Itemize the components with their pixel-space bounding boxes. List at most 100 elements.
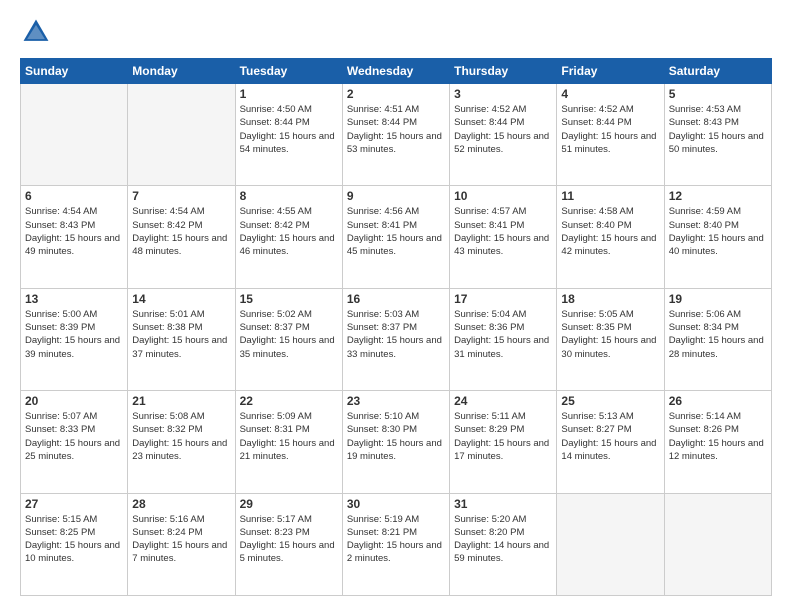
day-number: 17 [454,292,552,306]
page: SundayMondayTuesdayWednesdayThursdayFrid… [0,0,792,612]
calendar-table: SundayMondayTuesdayWednesdayThursdayFrid… [20,58,772,596]
day-number: 30 [347,497,445,511]
cell-details: Sunrise: 4:50 AMSunset: 8:44 PMDaylight:… [240,103,338,156]
cell-details: Sunrise: 5:01 AMSunset: 8:38 PMDaylight:… [132,308,230,361]
day-number: 2 [347,87,445,101]
cell-details: Sunrise: 5:10 AMSunset: 8:30 PMDaylight:… [347,410,445,463]
day-number: 14 [132,292,230,306]
day-number: 1 [240,87,338,101]
day-number: 20 [25,394,123,408]
day-number: 16 [347,292,445,306]
calendar-week-row: 20 Sunrise: 5:07 AMSunset: 8:33 PMDayligh… [21,391,772,493]
day-number: 31 [454,497,552,511]
day-number: 28 [132,497,230,511]
calendar-cell: 21Sunrise: 5:08 AMSunset: 8:32 PMDayligh… [128,391,235,493]
day-number: 3 [454,87,552,101]
calendar-cell: 25 Sunrise: 5:13 AMSunset: 8:27 PMDayligh… [557,391,664,493]
cell-details: Sunrise: 4:54 AMSunset: 8:43 PMDaylight:… [25,205,123,258]
calendar-cell: 23 Sunrise: 5:10 AMSunset: 8:30 PMDayligh… [342,391,449,493]
logo-icon [20,16,52,48]
calendar-cell: 6 Sunrise: 4:54 AMSunset: 8:43 PMDaylight… [21,186,128,288]
day-number: 9 [347,189,445,203]
calendar-cell [128,84,235,186]
weekday-header: Wednesday [342,59,449,84]
cell-details: Sunrise: 5:15 AMSunset: 8:25 PMDaylight:… [25,513,123,566]
calendar-cell: 10 Sunrise: 4:57 AMSunset: 8:41 PMDayligh… [450,186,557,288]
cell-details: Sunrise: 5:03 AMSunset: 8:37 PMDaylight:… [347,308,445,361]
cell-details: Sunrise: 5:08 AMSunset: 8:32 PMDaylight:… [132,410,230,463]
day-number: 15 [240,292,338,306]
cell-details: Sunrise: 5:07 AMSunset: 8:33 PMDaylight:… [25,410,123,463]
calendar-cell: 22 Sunrise: 5:09 AMSunset: 8:31 PMDayligh… [235,391,342,493]
calendar-cell: 7 Sunrise: 4:54 AMSunset: 8:42 PMDaylight… [128,186,235,288]
cell-details: Sunrise: 4:51 AMSunset: 8:44 PMDaylight:… [347,103,445,156]
calendar-cell: 16 Sunrise: 5:03 AMSunset: 8:37 PMDayligh… [342,288,449,390]
weekday-header-row: SundayMondayTuesdayWednesdayThursdayFrid… [21,59,772,84]
cell-details: Sunrise: 5:16 AMSunset: 8:24 PMDaylight:… [132,513,230,566]
calendar-cell: 4Sunrise: 4:52 AMSunset: 8:44 PMDaylight… [557,84,664,186]
logo [20,16,56,48]
calendar-cell: 28 Sunrise: 5:16 AMSunset: 8:24 PMDayligh… [128,493,235,595]
cell-details: Sunrise: 5:00 AMSunset: 8:39 PMDaylight:… [25,308,123,361]
day-number: 7 [132,189,230,203]
calendar-cell [21,84,128,186]
cell-details: Sunrise: 5:06 AMSunset: 8:34 PMDaylight:… [669,308,767,361]
day-number: 23 [347,394,445,408]
weekday-header: Thursday [450,59,557,84]
calendar-cell: 13 Sunrise: 5:00 AMSunset: 8:39 PMDayligh… [21,288,128,390]
weekday-header: Sunday [21,59,128,84]
calendar-cell: 11Sunrise: 4:58 AMSunset: 8:40 PMDayligh… [557,186,664,288]
day-number: 24 [454,394,552,408]
day-number: 25 [561,394,659,408]
cell-details: Sunrise: 4:58 AMSunset: 8:40 PMDaylight:… [561,205,659,258]
day-number: 26 [669,394,767,408]
calendar-cell: 8 Sunrise: 4:55 AMSunset: 8:42 PMDaylight… [235,186,342,288]
cell-details: Sunrise: 5:04 AMSunset: 8:36 PMDaylight:… [454,308,552,361]
calendar-cell [557,493,664,595]
cell-details: Sunrise: 5:20 AMSunset: 8:20 PMDaylight:… [454,513,552,566]
calendar-cell: 29Sunrise: 5:17 AMSunset: 8:23 PMDayligh… [235,493,342,595]
day-number: 12 [669,189,767,203]
calendar-cell: 15 Sunrise: 5:02 AMSunset: 8:37 PMDayligh… [235,288,342,390]
calendar-cell: 31 Sunrise: 5:20 AMSunset: 8:20 PMDayligh… [450,493,557,595]
calendar-cell: 26 Sunrise: 5:14 AMSunset: 8:26 PMDayligh… [664,391,771,493]
weekday-header: Tuesday [235,59,342,84]
calendar-cell: 24 Sunrise: 5:11 AMSunset: 8:29 PMDayligh… [450,391,557,493]
cell-details: Sunrise: 4:54 AMSunset: 8:42 PMDaylight:… [132,205,230,258]
day-number: 10 [454,189,552,203]
cell-details: Sunrise: 5:11 AMSunset: 8:29 PMDaylight:… [454,410,552,463]
calendar-week-row: 13 Sunrise: 5:00 AMSunset: 8:39 PMDayligh… [21,288,772,390]
day-number: 27 [25,497,123,511]
calendar-week-row: 1 Sunrise: 4:50 AMSunset: 8:44 PMDaylight… [21,84,772,186]
cell-details: Sunrise: 4:52 AMSunset: 8:44 PMDaylight:… [561,103,659,156]
day-number: 13 [25,292,123,306]
day-number: 6 [25,189,123,203]
day-number: 18 [561,292,659,306]
cell-details: Sunrise: 4:57 AMSunset: 8:41 PMDaylight:… [454,205,552,258]
cell-details: Sunrise: 5:13 AMSunset: 8:27 PMDaylight:… [561,410,659,463]
calendar-cell: 12Sunrise: 4:59 AMSunset: 8:40 PMDayligh… [664,186,771,288]
calendar-week-row: 6 Sunrise: 4:54 AMSunset: 8:43 PMDaylight… [21,186,772,288]
cell-details: Sunrise: 5:02 AMSunset: 8:37 PMDaylight:… [240,308,338,361]
calendar-cell [664,493,771,595]
day-number: 5 [669,87,767,101]
calendar-cell: 3 Sunrise: 4:52 AMSunset: 8:44 PMDaylight… [450,84,557,186]
calendar-cell: 19 Sunrise: 5:06 AMSunset: 8:34 PMDayligh… [664,288,771,390]
cell-details: Sunrise: 4:53 AMSunset: 8:43 PMDaylight:… [669,103,767,156]
calendar-cell: 2 Sunrise: 4:51 AMSunset: 8:44 PMDaylight… [342,84,449,186]
calendar-week-row: 27 Sunrise: 5:15 AMSunset: 8:25 PMDayligh… [21,493,772,595]
cell-details: Sunrise: 5:14 AMSunset: 8:26 PMDaylight:… [669,410,767,463]
calendar-cell: 14 Sunrise: 5:01 AMSunset: 8:38 PMDayligh… [128,288,235,390]
day-number: 19 [669,292,767,306]
calendar-cell: 18Sunrise: 5:05 AMSunset: 8:35 PMDayligh… [557,288,664,390]
calendar-cell: 5 Sunrise: 4:53 AMSunset: 8:43 PMDaylight… [664,84,771,186]
day-number: 22 [240,394,338,408]
weekday-header: Saturday [664,59,771,84]
calendar-cell: 20 Sunrise: 5:07 AMSunset: 8:33 PMDayligh… [21,391,128,493]
cell-details: Sunrise: 4:52 AMSunset: 8:44 PMDaylight:… [454,103,552,156]
cell-details: Sunrise: 4:55 AMSunset: 8:42 PMDaylight:… [240,205,338,258]
cell-details: Sunrise: 5:09 AMSunset: 8:31 PMDaylight:… [240,410,338,463]
header [20,16,772,48]
day-number: 8 [240,189,338,203]
calendar-cell: 9Sunrise: 4:56 AMSunset: 8:41 PMDaylight… [342,186,449,288]
